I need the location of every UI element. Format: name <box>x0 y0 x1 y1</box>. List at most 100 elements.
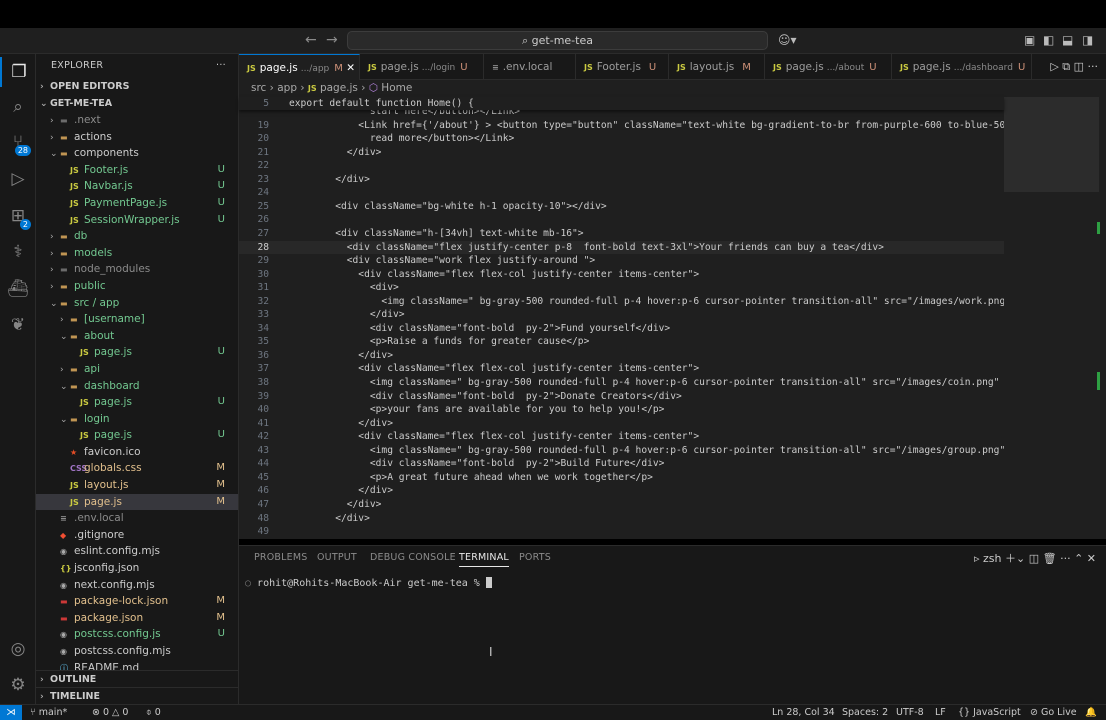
editor-tab[interactable]: ≡ .env.local <box>484 54 576 80</box>
run-debug-icon[interactable]: ▷ <box>0 164 36 194</box>
code-line[interactable]: 41 </div> <box>239 417 1004 431</box>
tree-item[interactable]: JS PaymentPage.js U <box>36 195 238 212</box>
tree-item[interactable]: › ▬ api <box>36 361 238 378</box>
timeline-section[interactable]: › TIMELINE <box>36 687 238 704</box>
tree-item[interactable]: ⌄ ▬ about <box>36 328 238 345</box>
tree-item[interactable]: ◉ postcss.config.mjs <box>36 643 238 660</box>
eol-status[interactable]: LF <box>935 705 946 720</box>
code-line[interactable]: 32 <img className=" bg-gray-500 rounded-… <box>239 295 1004 309</box>
tree-item[interactable]: ▬ package-lock.json M <box>36 593 238 610</box>
tree-item[interactable]: ◉ eslint.config.mjs <box>36 543 238 560</box>
code-line[interactable]: 43 <img className=" bg-gray-500 rounded-… <box>239 444 1004 458</box>
code-line[interactable]: 38 <img className=" bg-gray-500 rounded-… <box>239 376 1004 390</box>
editor-tab[interactable]: JS layout.js M <box>669 54 765 80</box>
code-line[interactable]: 22 <box>239 159 1004 173</box>
code-line[interactable]: 33 </div> <box>239 308 1004 322</box>
tree-item[interactable]: JS page.js M <box>36 493 238 511</box>
search-icon[interactable]: ⌕ <box>0 92 36 122</box>
tree-item[interactable]: {} jsconfig.json <box>36 560 238 577</box>
code-line[interactable]: 47 </div> <box>239 498 1004 512</box>
code-line[interactable]: 39 <div className="font-bold py-2">Donat… <box>239 390 1004 404</box>
code-line[interactable]: 46 </div> <box>239 484 1004 498</box>
indentation-status[interactable]: Spaces: 2 <box>842 705 888 720</box>
code-line[interactable]: 27 <div className="h-[34vh] text-white m… <box>239 227 1004 241</box>
code-line[interactable]: 29 <div className="work flex justify-aro… <box>239 254 1004 268</box>
remote-indicator-icon[interactable]: ⋊ <box>0 705 22 720</box>
code-line[interactable]: 49 <box>239 525 1004 539</box>
code-line[interactable]: 31 <div> <box>239 281 1004 295</box>
go-live-button[interactable]: ⊘ Go Live <box>1030 705 1077 720</box>
tree-item[interactable]: ⌄ ▬ login <box>36 411 238 428</box>
code-line[interactable]: 21 </div> <box>239 146 1004 160</box>
encoding-status[interactable]: UTF-8 <box>896 705 924 720</box>
tree-item[interactable]: ◉ postcss.config.js U <box>36 626 238 643</box>
settings-gear-icon[interactable]: ⚙ <box>0 670 36 700</box>
code-line[interactable]: 37 <div className="flex flex-col justify… <box>239 362 1004 376</box>
code-line[interactable]: 25 <div className="bg-white h-1 opacity-… <box>239 200 1004 214</box>
sticky-scroll-line[interactable]: 5 export default function Home() { <box>239 97 1004 110</box>
project-root[interactable]: ⌄ GET-ME-TEA <box>36 95 238 112</box>
tree-item[interactable]: JS layout.js M <box>36 477 238 494</box>
docker-icon[interactable]: ⛴ <box>0 274 36 304</box>
tree-item[interactable]: › ▬ .next <box>36 112 238 129</box>
code-line[interactable]: 30 <div className="flex flex-col justify… <box>239 268 1004 282</box>
python-icon[interactable]: ⚕ <box>0 237 36 267</box>
close-icon[interactable]: ✕ <box>343 62 355 74</box>
tree-item[interactable]: › ▬ db <box>36 228 238 245</box>
layout-toggle-icon[interactable]: ▣ <box>1024 33 1035 47</box>
breadcrumb-symbol[interactable]: Home <box>381 82 412 94</box>
cursor-position[interactable]: Ln 28, Col 34 <box>772 705 835 720</box>
explorer-icon[interactable]: ❐ <box>0 57 36 87</box>
tree-item[interactable]: JS page.js U <box>36 344 238 361</box>
code-line[interactable]: 36 </div> <box>239 349 1004 363</box>
code-line[interactable]: 35 <p>Raise a funds for greater cause</p… <box>239 335 1004 349</box>
problems-status[interactable]: ⊗ 0 △ 0 <box>92 705 128 720</box>
account-icon[interactable]: ◎ <box>0 634 36 664</box>
code-line[interactable]: 23 </div> <box>239 173 1004 187</box>
tree-item[interactable]: ★ favicon.ico <box>36 444 238 461</box>
code-line[interactable]: 24 <box>239 186 1004 200</box>
notifications-bell-icon[interactable]: 🔔 <box>1085 705 1097 720</box>
breadcrumb-file[interactable]: page.js <box>320 82 358 94</box>
outline-section[interactable]: › OUTLINE <box>36 670 238 687</box>
toggle-panel-icon[interactable]: ⬓ <box>1062 33 1073 47</box>
panel-tab-terminal[interactable]: TERMINAL <box>459 552 509 567</box>
source-control-icon[interactable]: ⑂ 28 <box>0 127 36 157</box>
tree-item[interactable]: JS Navbar.js U <box>36 178 238 195</box>
tree-item[interactable]: JS SessionWrapper.js U <box>36 212 238 229</box>
code-line[interactable]: 20 read more</button></Link> <box>239 132 1004 146</box>
command-center-search[interactable]: ⌕ get-me-tea <box>347 31 768 50</box>
tree-item[interactable]: ◆ .gitignore <box>36 527 238 544</box>
code-editor[interactable]: start here</button></Link> 19 <Link href=… <box>239 97 1106 539</box>
code-line[interactable]: 40 <p>your fans are available for you to… <box>239 403 1004 417</box>
code-line[interactable]: 28 <div className="flex justify-center p… <box>239 240 1004 255</box>
tree-item[interactable]: ◉ next.config.mjs <box>36 577 238 594</box>
minimap-slider[interactable] <box>1004 97 1099 192</box>
panel-tab-output[interactable]: OUTPUT <box>317 552 357 563</box>
copilot-icon[interactable]: ☺▾ <box>778 33 797 47</box>
code-line[interactable]: 42 <div className="flex flex-col justify… <box>239 430 1004 444</box>
branch-status[interactable]: ⑂ main* <box>30 705 67 720</box>
code-line[interactable]: 34 <div className="font-bold py-2">Fund … <box>239 322 1004 336</box>
terminal-output[interactable]: ○ rohit@Rohits-MacBook-Air get-me-tea % <box>245 577 492 589</box>
code-line[interactable]: 48 </div> <box>239 512 1004 526</box>
tree-item[interactable]: › ▬ actions <box>36 129 238 146</box>
editor-tab[interactable]: JS page.js .../login U <box>360 54 484 80</box>
toggle-sidebar-icon[interactable]: ◧ <box>1043 33 1054 47</box>
editor-tab[interactable]: JS Footer.js U <box>576 54 669 80</box>
breadcrumb-app[interactable]: app <box>277 82 297 94</box>
extensions-icon[interactable]: ⊞ 2 <box>0 201 36 231</box>
tree-item[interactable]: JS page.js U <box>36 427 238 444</box>
language-status[interactable]: {} JavaScript <box>958 705 1021 720</box>
minimap[interactable] <box>1004 97 1099 539</box>
tree-item[interactable]: › ▬ node_modules <box>36 261 238 278</box>
tree-item[interactable]: › ▬ models <box>36 245 238 262</box>
ports-status[interactable]: ⌽ 0 <box>146 705 161 720</box>
arrow-right-icon[interactable]: → <box>326 32 338 48</box>
editor-actions[interactable]: ▷ ⧉ ◫ ··· <box>1050 60 1098 74</box>
code-line[interactable]: 19 <Link href={'/about'} > <button type=… <box>239 119 1004 133</box>
open-editors-section[interactable]: › OPEN EDITORS <box>36 78 238 95</box>
tree-item[interactable]: ⌄ ▬ src / app <box>36 295 238 312</box>
panel-tab-ports[interactable]: PORTS <box>519 552 551 563</box>
panel-tab-debug-console[interactable]: DEBUG CONSOLE <box>370 552 456 563</box>
